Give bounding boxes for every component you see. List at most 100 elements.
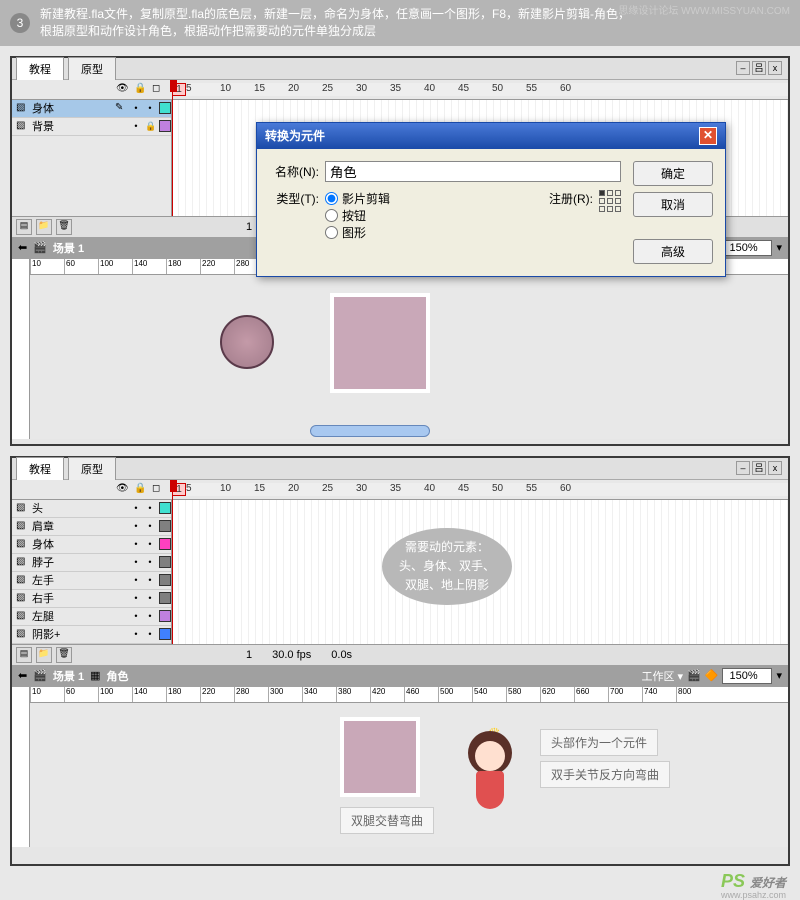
layer-column-icons: 👁 🔒 ◻ xyxy=(12,83,172,95)
type-label: 类型(T): xyxy=(269,190,319,207)
zoom-dropdown-icon[interactable]: ▾ xyxy=(776,241,782,254)
outline-icon[interactable]: ◻ xyxy=(152,483,164,495)
ps-logo: PS 爱好者 xyxy=(721,871,786,892)
layer-row-bg[interactable]: ▧ 背景 • 🔒 xyxy=(12,118,171,136)
tab-prototype[interactable]: 原型 xyxy=(68,457,116,480)
layer-row[interactable]: ▧脖子•• xyxy=(12,554,171,572)
pencil-icon: ✎ xyxy=(115,102,127,114)
new-layer-button[interactable]: ▤ xyxy=(16,647,32,663)
restore-button[interactable]: 吕 xyxy=(752,61,766,75)
layer-color[interactable] xyxy=(159,120,171,132)
layer-icon: ▧ xyxy=(16,102,28,114)
dialog-titlebar[interactable]: 转换为元件 ✕ xyxy=(257,123,725,149)
timeline-header: 👁 🔒 ◻ 1 5 10 15 20 25 30 35 40 45 50 55 … xyxy=(12,480,788,500)
layer-icon: ▧ xyxy=(16,120,28,132)
delete-layer-button[interactable]: 🗑 xyxy=(56,647,72,663)
frame-ruler[interactable]: 1 5 10 15 20 25 30 35 40 45 50 55 60 xyxy=(172,483,788,496)
step-text: 新建教程.fla文件，复制原型.fla的底色层，新建一层，命名为身体，任意画一个… xyxy=(40,6,630,40)
scene-bar: ⬅ 🎬 场景 1 ▦ 角色 工作区 ▾ 🎬 🔶 ▾ xyxy=(12,665,788,687)
frame-status: 1 30.0 fps 0.0s xyxy=(236,647,362,663)
rect-shape[interactable] xyxy=(330,293,430,393)
new-layer-button[interactable]: ▤ xyxy=(16,219,32,235)
lock-icon[interactable]: 🔒 xyxy=(134,483,146,495)
minimize-button[interactable]: – xyxy=(736,61,750,75)
canvas[interactable] xyxy=(30,275,788,439)
layer-row[interactable]: ▧左腿•• xyxy=(12,608,171,626)
cancel-button[interactable]: 取消 xyxy=(633,192,713,217)
tab-tutorial[interactable]: 教程 xyxy=(16,457,64,480)
horizontal-scrollbar[interactable] xyxy=(310,425,430,437)
step-number: 3 xyxy=(10,13,30,33)
char-face xyxy=(475,741,505,771)
layer-row[interactable]: ▧右手•• xyxy=(12,590,171,608)
annotation-head: 头部作为一个元件 xyxy=(540,729,658,756)
playhead[interactable] xyxy=(172,80,182,216)
tab-prototype[interactable]: 原型 xyxy=(68,57,116,80)
scene-label: 场景 1 xyxy=(53,240,84,256)
scene-icon[interactable]: 🎬 xyxy=(33,669,47,682)
advanced-button[interactable]: 高级 xyxy=(633,239,713,264)
outline-icon[interactable]: ◻ xyxy=(152,83,164,95)
watermark: 思缘设计论坛 WWW.MISSYUAN.COM xyxy=(618,2,790,17)
flash-panel-2: 教程 原型 – 吕 x 👁 🔒 ◻ 1 5 10 15 20 25 30 35 … xyxy=(10,456,790,866)
layer-row[interactable]: ▧身体•• xyxy=(12,536,171,554)
back-icon[interactable]: ⬅ xyxy=(18,669,27,682)
new-folder-button[interactable]: 📁 xyxy=(36,647,52,663)
new-folder-button[interactable]: 📁 xyxy=(36,219,52,235)
lock-icon[interactable]: 🔒 xyxy=(134,83,146,95)
edit-symbol-icon[interactable]: 🔶 xyxy=(705,669,719,682)
eye-icon[interactable]: 👁 xyxy=(116,483,128,495)
radio-movieclip[interactable]: 影片剪辑 xyxy=(325,190,543,207)
eye-icon[interactable]: 👁 xyxy=(116,83,128,95)
stage: 1060100140180220280300340380420460500540… xyxy=(12,259,788,439)
symbol-icon: ▦ xyxy=(90,669,100,682)
annotation-hands: 双手关节反方向弯曲 xyxy=(540,761,670,788)
scene-icon[interactable]: 🎬 xyxy=(33,241,47,254)
layer-color[interactable] xyxy=(159,102,171,114)
vertical-ruler xyxy=(12,259,30,439)
radio-graphic[interactable]: 图形 xyxy=(325,224,543,241)
close-button[interactable]: x xyxy=(768,461,782,475)
delete-layer-button[interactable]: 🗑 xyxy=(56,219,72,235)
registration-grid[interactable] xyxy=(599,190,621,212)
annotation-bubble: 需要动的元素： 头、身体、双手、 双腿、地上阴影 xyxy=(382,528,512,606)
registration-label: 注册(R): xyxy=(549,190,593,207)
name-label: 名称(N): xyxy=(269,163,319,180)
symbol-name-input[interactable] xyxy=(325,161,621,182)
lock-dot[interactable]: 🔒 xyxy=(145,121,155,132)
scene-label[interactable]: 场景 1 xyxy=(53,668,84,684)
playhead[interactable] xyxy=(172,480,182,644)
canvas[interactable]: ♛ 头部作为一个元件 双手关节反方向弯曲 双腿交替弯曲 xyxy=(30,703,788,847)
layer-row[interactable]: ▧阴影+•• xyxy=(12,626,171,644)
character-graphic[interactable]: ♛ xyxy=(460,731,520,821)
layer-row[interactable]: ▧左手•• xyxy=(12,572,171,590)
layer-toolbar: ▤ 📁 🗑 1 30.0 fps 0.0s xyxy=(12,644,788,665)
zoom-input[interactable] xyxy=(722,240,772,256)
back-icon[interactable]: ⬅ xyxy=(18,241,27,254)
edit-scene-icon[interactable]: 🎬 xyxy=(687,669,701,682)
radio-button[interactable]: 按钮 xyxy=(325,207,543,224)
restore-button[interactable]: 吕 xyxy=(752,461,766,475)
rect-shape[interactable] xyxy=(340,717,420,797)
frame-ruler[interactable]: 1 5 10 15 20 25 30 35 40 45 50 55 60 xyxy=(172,83,788,96)
minimize-button[interactable]: – xyxy=(736,461,750,475)
zoom-input[interactable] xyxy=(722,668,772,684)
circle-shape[interactable] xyxy=(220,315,274,369)
frames-grid[interactable]: 需要动的元素： 头、身体、双手、 双腿、地上阴影 xyxy=(172,500,788,644)
horizontal-ruler: 1060100140180220280300340380420460500540… xyxy=(30,687,788,703)
symbol-label: 角色 xyxy=(107,668,129,684)
window-controls: – 吕 x xyxy=(736,61,788,75)
dialog-close-button[interactable]: ✕ xyxy=(699,127,717,145)
layer-row[interactable]: ▧头•• xyxy=(12,500,171,518)
document-tabs: 教程 原型 – 吕 x xyxy=(12,458,788,480)
layer-row[interactable]: ▧肩章•• xyxy=(12,518,171,536)
close-button[interactable]: x xyxy=(768,61,782,75)
layers-timeline: ▧头•• ▧肩章•• ▧身体•• ▧脖子•• ▧左手•• ▧右手•• ▧左腿••… xyxy=(12,500,788,644)
layer-list: ▧ 身体 ✎ • • ▧ 背景 • 🔒 xyxy=(12,100,172,216)
layer-row-body[interactable]: ▧ 身体 ✎ • • xyxy=(12,100,171,118)
workspace-dropdown[interactable]: 工作区 ▾ xyxy=(641,668,683,684)
tab-tutorial[interactable]: 教程 xyxy=(16,57,64,80)
zoom-dropdown-icon[interactable]: ▾ xyxy=(776,669,782,682)
timeline-header: 👁 🔒 ◻ 1 5 10 15 20 25 30 35 40 45 50 55 … xyxy=(12,80,788,100)
ok-button[interactable]: 确定 xyxy=(633,161,713,186)
